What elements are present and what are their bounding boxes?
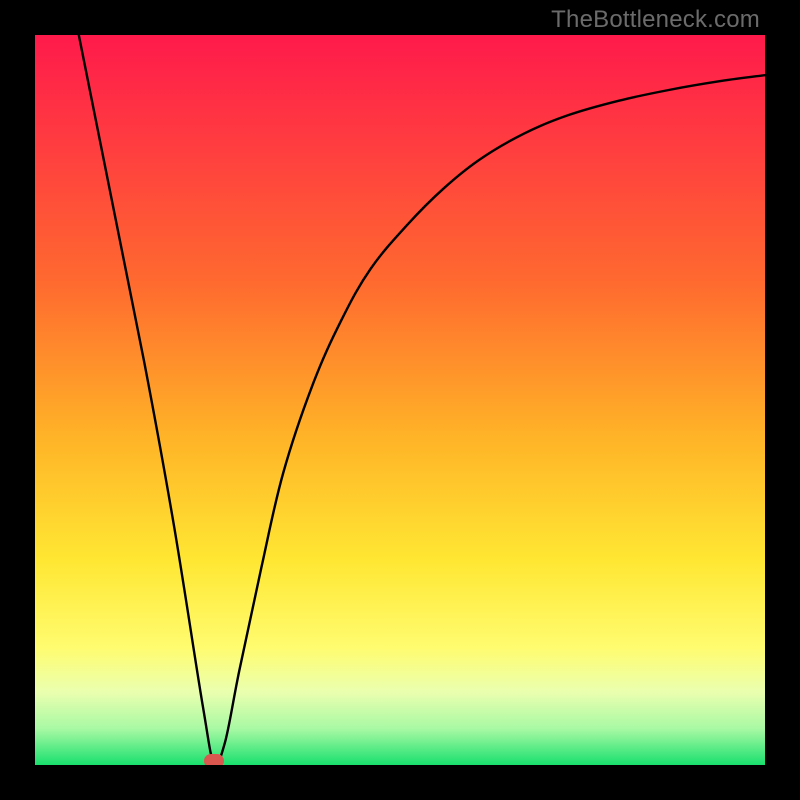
plot-area (35, 35, 765, 765)
chart-frame: TheBottleneck.com (0, 0, 800, 800)
watermark-text: TheBottleneck.com (551, 6, 760, 34)
gradient-background (35, 35, 765, 765)
minimum-marker (204, 754, 224, 765)
